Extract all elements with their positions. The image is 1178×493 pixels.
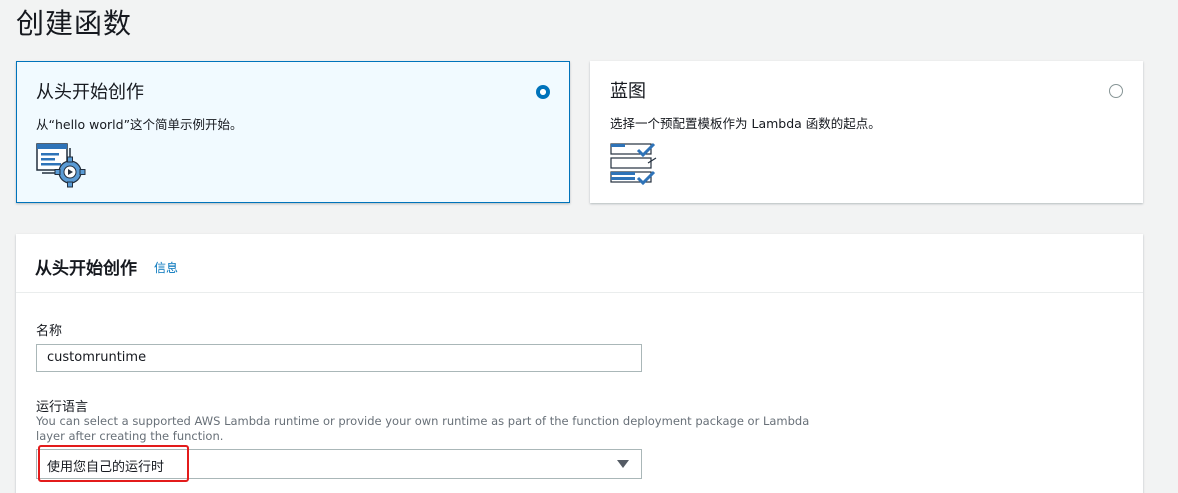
radio-selected[interactable] — [536, 85, 550, 99]
option-card-author-from-scratch[interactable]: 从头开始创作 从“hello world”这个简单示例开始。 — [16, 61, 570, 203]
runtime-select-value: 使用您自己的运行时 — [47, 460, 165, 475]
runtime-description: You can select a supported AWS Lambda ru… — [36, 414, 810, 443]
page-title: 创建函数 — [16, 7, 133, 40]
runtime-label: 运行语言 — [36, 400, 89, 415]
checklist-icon — [610, 141, 660, 191]
function-name-label: 名称 — [36, 324, 63, 339]
panel-title: 从头开始创作 — [35, 259, 137, 279]
radio-unselected[interactable] — [1109, 84, 1123, 98]
create-function-page: 创建函数 从头开始创作 从“hello world”这个简单示例开始。 蓝图 选… — [0, 0, 1178, 493]
author-from-scratch-panel: 从头开始创作 信息 名称 customruntime 运行语言 You can … — [16, 234, 1143, 493]
card-title: 从头开始创作 — [36, 82, 144, 103]
caret-down-icon — [617, 460, 629, 468]
info-link[interactable]: 信息 — [154, 259, 178, 276]
code-gear-icon — [36, 142, 86, 192]
card-description: 从“hello world”这个简单示例开始。 — [36, 117, 243, 132]
option-card-blueprint[interactable]: 蓝图 选择一个预配置模板作为 Lambda 函数的起点。 — [590, 61, 1143, 203]
card-description: 选择一个预配置模板作为 Lambda 函数的起点。 — [610, 116, 881, 131]
function-name-input[interactable]: customruntime — [36, 344, 642, 372]
panel-header: 从头开始创作 信息 — [16, 234, 1143, 293]
card-title: 蓝图 — [610, 81, 646, 102]
runtime-select[interactable]: 使用您自己的运行时 — [36, 449, 642, 479]
